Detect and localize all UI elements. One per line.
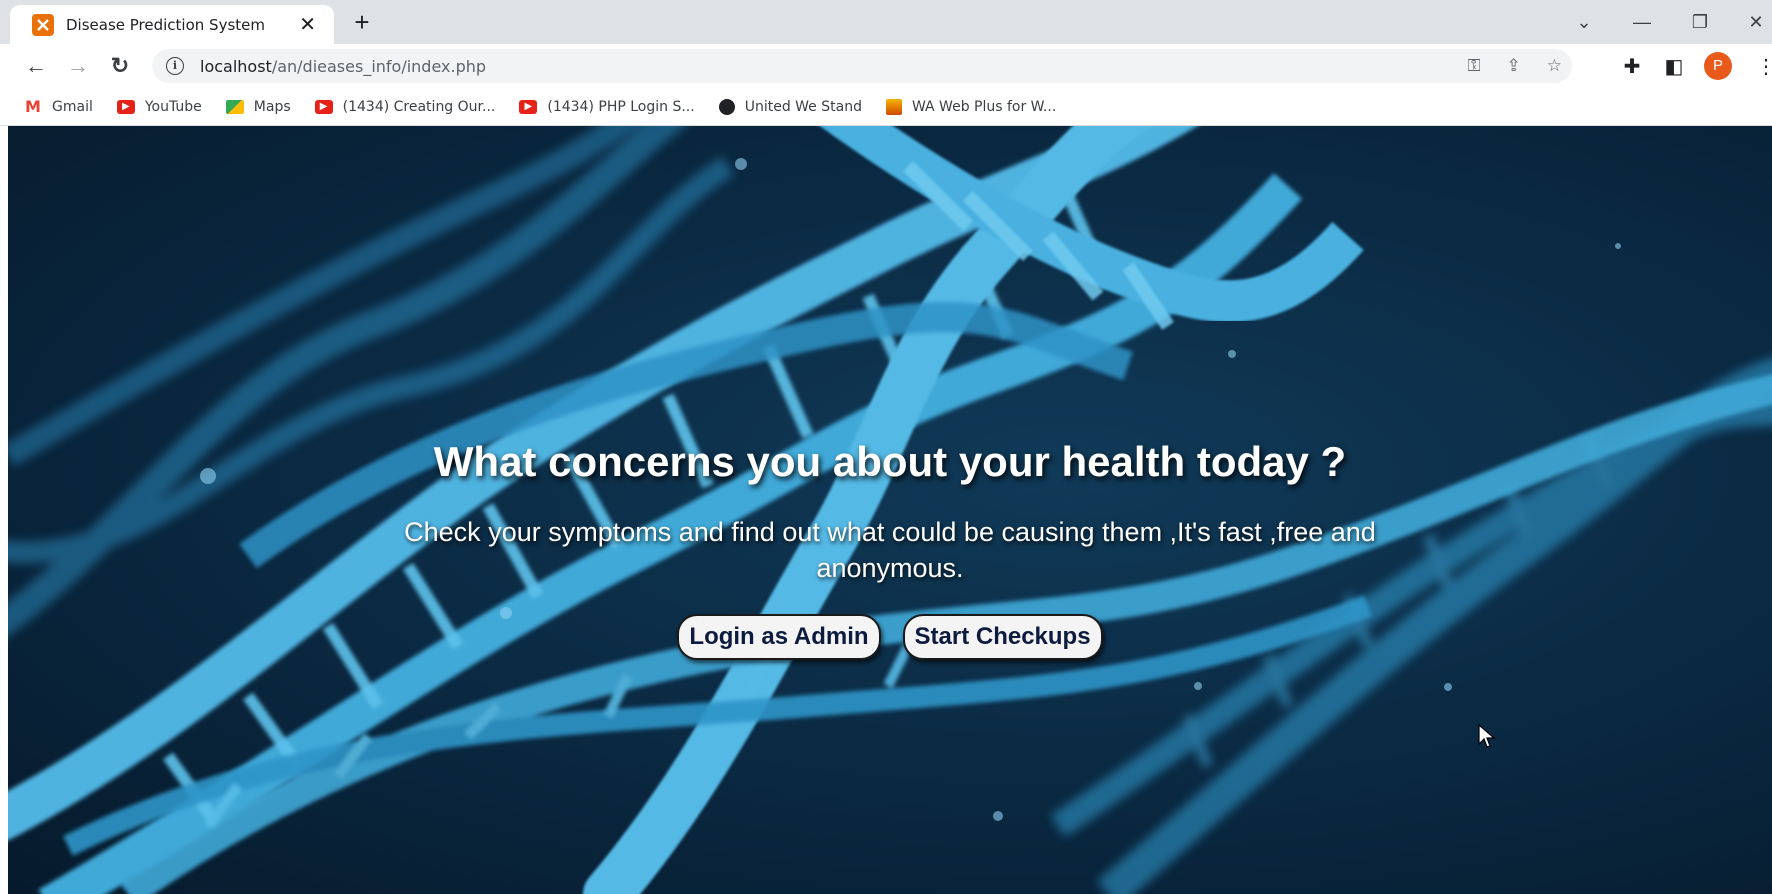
side-panel-icon[interactable]: ◧ (1662, 54, 1686, 79)
bookmark-label: Gmail (52, 98, 93, 115)
bookmark-gmail[interactable]: M Gmail (24, 97, 93, 116)
new-tab-button[interactable]: + (348, 8, 376, 36)
hero-buttons: Login as Admin Start Checkups (8, 614, 1772, 660)
tab-close-icon[interactable]: ✕ (299, 15, 316, 35)
browser-toolbar: ← → ↻ i localhost/an/dieases_info/index.… (0, 44, 1772, 88)
tab-search-icon[interactable]: ⌄ (1570, 8, 1598, 36)
start-checkups-button[interactable]: Start Checkups (902, 614, 1103, 660)
minimize-button[interactable]: — (1628, 8, 1656, 36)
bookmark-creating-our[interactable]: ▶ (1434) Creating Our... (314, 98, 496, 115)
bookmark-label: Maps (253, 98, 291, 115)
tab-title: Disease Prediction System (66, 15, 265, 34)
url-path: /an/dieases_info/index.php (271, 56, 487, 76)
bookmark-label: United We Stand (744, 98, 862, 115)
bookmark-label: WA Web Plus for W... (911, 98, 1057, 115)
youtube-icon: ▶ (519, 99, 538, 114)
share-icon[interactable]: ⇪ (1507, 56, 1521, 76)
login-as-admin-button[interactable]: Login as Admin (677, 614, 881, 660)
bookmarks-bar: M Gmail ▶ YouTube Maps ▶ (1434) Creating… (0, 88, 1772, 126)
url-text: localhost/an/dieases_info/index.php (200, 57, 486, 76)
xampp-favicon-icon (32, 13, 54, 36)
youtube-icon: ▶ (116, 99, 135, 114)
hero-section: What concerns you about your health toda… (8, 126, 1772, 894)
back-button[interactable]: ← (20, 50, 52, 82)
page-viewport: What concerns you about your health toda… (8, 126, 1772, 894)
browser-tab[interactable]: Disease Prediction System ✕ (10, 5, 334, 44)
bookmark-label: (1434) Creating Our... (342, 98, 496, 115)
reload-button[interactable]: ↻ (104, 50, 136, 82)
maps-icon (225, 99, 244, 114)
address-bar[interactable]: i localhost/an/dieases_info/index.php ⚿ … (152, 49, 1572, 83)
url-host: localhost (200, 56, 272, 76)
kebab-menu-icon[interactable]: ⋮ (1756, 54, 1772, 79)
bookmark-label: YouTube (144, 98, 202, 115)
wa-web-plus-icon (885, 98, 902, 115)
extensions-puzzle-icon[interactable]: ✚ (1620, 54, 1644, 79)
profile-avatar[interactable]: P (1704, 52, 1732, 80)
gmail-icon: M (25, 97, 41, 116)
bookmark-united-we-stand[interactable]: United We Stand (718, 98, 862, 115)
hero-title: What concerns you about your health toda… (433, 438, 1347, 485)
tab-strip: Disease Prediction System ✕ + ⌄ — ❐ ✕ (0, 0, 1772, 44)
youtube-icon: ▶ (314, 99, 333, 114)
bookmark-youtube[interactable]: ▶ YouTube (116, 98, 202, 115)
close-window-button[interactable]: ✕ (1742, 8, 1770, 36)
restore-button[interactable]: ❐ (1686, 8, 1714, 36)
bookmark-star-icon[interactable]: ☆ (1547, 56, 1562, 76)
globe-icon (718, 98, 735, 115)
bookmark-maps[interactable]: Maps (225, 98, 291, 115)
bookmark-php-login[interactable]: ▶ (1434) PHP Login S... (519, 98, 695, 115)
bookmark-label: (1434) PHP Login S... (547, 98, 695, 115)
mouse-cursor-icon (1478, 724, 1496, 748)
key-icon[interactable]: ⚿ (1468, 56, 1481, 76)
site-info-icon[interactable]: i (166, 57, 184, 75)
forward-button[interactable]: → (62, 50, 94, 82)
hero-subtitle: Check your symptoms and find out what co… (404, 517, 1376, 583)
bookmark-wa-web-plus[interactable]: WA Web Plus for W... (885, 98, 1057, 115)
